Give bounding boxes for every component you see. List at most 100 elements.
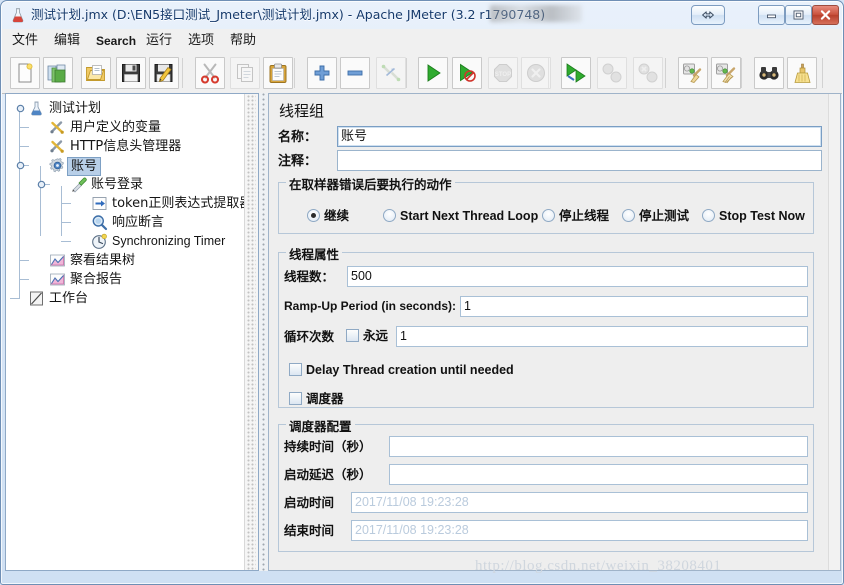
templates-button[interactable]: [43, 57, 73, 89]
clear-all-button[interactable]: [711, 57, 741, 89]
radio-indicator: [542, 209, 555, 222]
duration-label: 持续时间（秒）: [284, 439, 372, 454]
expand-all-button[interactable]: [307, 57, 337, 89]
comment-input[interactable]: [337, 150, 822, 171]
shutdown-button[interactable]: [521, 57, 551, 89]
menu-search[interactable]: Search: [92, 32, 140, 50]
menu-help[interactable]: 帮助: [226, 32, 260, 50]
cut-button[interactable]: [195, 57, 225, 89]
scheduler-config-legend: 调度器配置: [286, 416, 355, 435]
startup-delay-field[interactable]: [389, 464, 808, 485]
stop-button[interactable]: STOP: [488, 57, 518, 89]
radio-indicator: [307, 209, 320, 222]
save-as-button[interactable]: [149, 57, 179, 89]
start-time-field[interactable]: 2017/11/08 19:23:28: [351, 492, 808, 513]
clear-all-broom-icon: [716, 63, 736, 84]
remote-shutdown-icon: [638, 63, 658, 83]
close-button[interactable]: [812, 5, 839, 25]
radio-indicator: [622, 209, 635, 222]
menu-file-label: 文件: [12, 33, 39, 48]
save-floppy-icon: [122, 64, 140, 82]
rampup-input[interactable]: 1: [460, 296, 808, 317]
scissors-icon: [200, 63, 220, 84]
radio-label: 停止线程: [559, 208, 610, 223]
forever-label: 永远: [363, 328, 389, 343]
paste-button[interactable]: [263, 57, 293, 89]
toolbar-separator: [406, 58, 407, 88]
tree-node-label: token正则表达式提取器: [112, 196, 245, 211]
menu-edit[interactable]: 编辑: [50, 32, 84, 50]
tree-expander-account[interactable]: [15, 160, 26, 171]
plus-icon: [314, 65, 330, 81]
startup-delay-row: 启动延迟（秒）: [284, 463, 809, 486]
reset-search-broom-icon: [794, 63, 811, 83]
error-action-group: 在取样器错误后要执行的动作 继续 Start Next Thread Loop …: [278, 174, 814, 234]
clipboard-paste-icon: [269, 63, 287, 83]
menu-run[interactable]: 运行: [142, 32, 176, 50]
panel-splitter[interactable]: [259, 93, 268, 571]
loop-count-row: 循环次数 永远 1: [284, 325, 809, 348]
thread-count-input[interactable]: 500: [347, 266, 808, 287]
menu-search-label: Search: [96, 34, 137, 48]
rampup-label: Ramp-Up Period (in seconds):: [284, 299, 457, 313]
tree-line: [61, 203, 71, 204]
title-bar: 测试计划.jmx (D:\EN5接口测试_Jmeter\测试计划.jmx) - …: [1, 1, 843, 29]
test-plan-flask-icon: [28, 100, 45, 117]
scheduler-config-group: 调度器配置 持续时间（秒） 启动延迟（秒） 启动时间 2017/11/08 19…: [278, 416, 814, 552]
window-title: 测试计划.jmx (D:\EN5接口测试_Jmeter\测试计划.jmx) - …: [31, 7, 546, 22]
toolbar: STOP: [2, 53, 842, 94]
new-button[interactable]: [10, 57, 40, 89]
collapse-all-button[interactable]: [340, 57, 370, 89]
tree-expander-test-plan[interactable]: [15, 103, 26, 114]
toggle-button[interactable]: [376, 57, 406, 89]
reset-search-button[interactable]: [787, 57, 817, 89]
test-plan-tree-panel: 测试计划 用户定义的变量 HTTP信息头管理器 账号 账号登录 token正则表…: [5, 93, 259, 571]
start-no-pauses-button[interactable]: [452, 57, 482, 89]
rampup-row: Ramp-Up Period (in seconds): 1: [284, 295, 809, 318]
tree-node-label: 察看结果树: [70, 253, 136, 268]
svg-text:STOP: STOP: [495, 72, 511, 78]
copy-button[interactable]: [230, 57, 260, 89]
loop-count-input[interactable]: 1: [396, 326, 808, 347]
menu-options[interactable]: 选项: [184, 32, 218, 50]
config-tools-icon: [49, 119, 66, 136]
start-time-label: 启动时间: [284, 495, 335, 510]
tree-line: [10, 298, 20, 299]
duration-row: 持续时间（秒）: [284, 435, 809, 458]
config-tools-icon: [49, 138, 66, 155]
open-button[interactable]: [81, 57, 111, 89]
panel-vertical-scrollbar[interactable]: [828, 94, 840, 570]
toolbar-separator: [665, 58, 666, 88]
delay-thread-creation-label: Delay Thread creation until needed: [306, 363, 514, 377]
tree-line: [19, 279, 29, 280]
end-time-field[interactable]: 2017/11/08 19:23:28: [351, 520, 808, 541]
save-button[interactable]: [116, 57, 146, 89]
scheduler-label: 调度器: [306, 391, 344, 406]
toggle-pencils-icon: [381, 64, 401, 82]
maximize-button[interactable]: [785, 5, 812, 25]
start-remote-all-button[interactable]: [561, 57, 591, 89]
shutdown-remote-all-button[interactable]: [633, 57, 663, 89]
tree-line: [19, 127, 29, 128]
clear-button[interactable]: [678, 57, 708, 89]
tree-node-label: 测试计划: [49, 101, 102, 116]
search-button[interactable]: [754, 57, 784, 89]
tree-expander-account-login[interactable]: [36, 179, 47, 190]
new-document-icon: [18, 63, 33, 83]
tree-node-label: HTTP信息头管理器: [70, 139, 182, 154]
menu-file[interactable]: 文件: [8, 32, 42, 50]
tree-vertical-scrollbar[interactable]: [244, 94, 258, 571]
timer-clock-icon: [91, 233, 108, 250]
stop-remote-all-button[interactable]: [597, 57, 627, 89]
checkbox-indicator: [289, 363, 302, 376]
minimize-button[interactable]: [758, 5, 785, 25]
stop-sign-icon: STOP: [494, 64, 512, 82]
restore-down-button[interactable]: [691, 5, 725, 25]
duration-field[interactable]: [389, 436, 808, 457]
start-button[interactable]: [418, 57, 448, 89]
name-input[interactable]: 账号: [337, 126, 822, 147]
error-action-legend: 在取样器错误后要执行的动作: [286, 174, 455, 193]
thread-group-config-panel: 线程组 名称： 账号 注释： 在取样器错误后要执行的动作 继续 Start Ne…: [268, 93, 841, 571]
save-as-pencil-icon: [154, 64, 173, 83]
thread-properties-legend: 线程属性: [286, 244, 343, 263]
